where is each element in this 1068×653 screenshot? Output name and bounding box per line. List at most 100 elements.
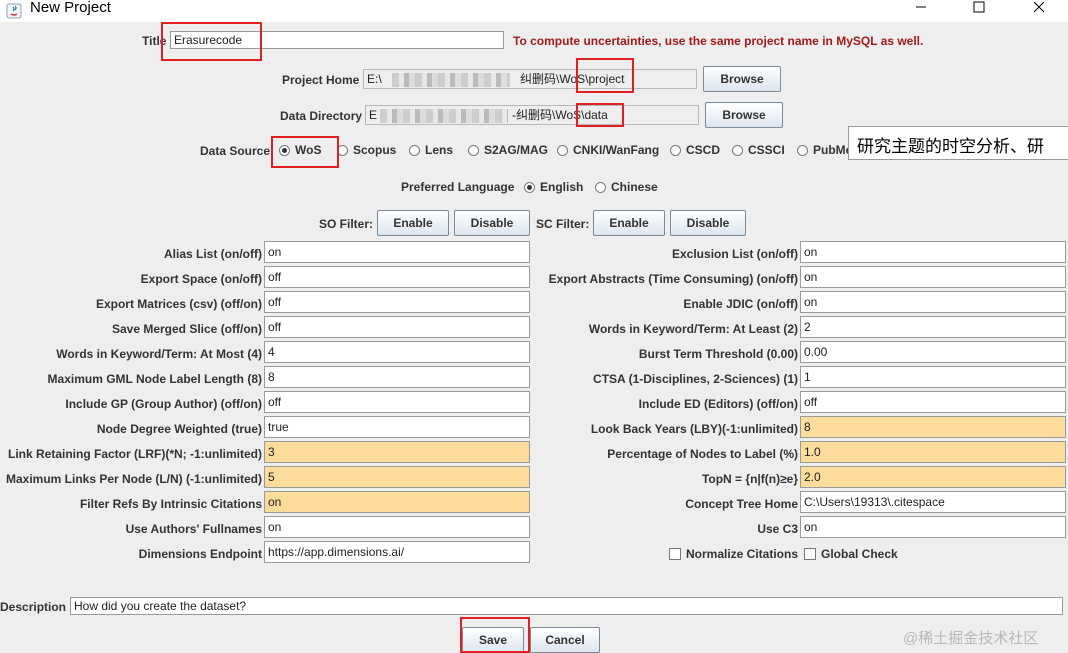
param-label: CTSA (1-Disciplines, 2-Sciences) (1) bbox=[593, 372, 798, 386]
param-input[interactable] bbox=[800, 416, 1066, 438]
radio-cscd[interactable]: CSCD bbox=[670, 143, 720, 157]
radio-dot-icon bbox=[595, 181, 606, 193]
radio-dot-icon bbox=[557, 144, 568, 156]
param-input[interactable] bbox=[264, 366, 530, 388]
data-directory-label: Data Directory bbox=[280, 109, 363, 123]
minimize-button[interactable] bbox=[906, 0, 936, 14]
param-label: Link Retaining Factor (LRF)(*N; -1:unlim… bbox=[8, 447, 262, 461]
normalize-citations-checkbox[interactable]: Normalize Citations bbox=[669, 547, 798, 561]
close-icon bbox=[1033, 1, 1045, 13]
description-label: Description bbox=[0, 600, 67, 614]
param-input[interactable] bbox=[264, 491, 530, 513]
tooltip-popup: 研究主题的时空分析、研 bbox=[848, 126, 1068, 160]
param-input[interactable] bbox=[800, 391, 1066, 413]
radio-dot-icon bbox=[670, 144, 681, 156]
param-input[interactable] bbox=[264, 341, 530, 363]
radio-scopus[interactable]: Scopus bbox=[337, 143, 396, 157]
project-home-browse-button[interactable]: Browse bbox=[703, 66, 781, 92]
param-label: Percentage of Nodes to Label (%) bbox=[607, 447, 798, 461]
param-label: Export Space (on/off) bbox=[140, 272, 262, 286]
param-input[interactable] bbox=[264, 316, 530, 338]
param-label: Export Abstracts (Time Consuming) (on/of… bbox=[548, 272, 798, 286]
param-input[interactable] bbox=[800, 316, 1066, 338]
project-home-label: Project Home bbox=[282, 73, 360, 87]
radio-s2ag-mag[interactable]: S2AG/MAG bbox=[468, 143, 548, 157]
param-input[interactable] bbox=[800, 466, 1066, 488]
param-input[interactable] bbox=[800, 291, 1066, 313]
maximize-icon bbox=[973, 1, 985, 13]
so-filter-enable-button[interactable]: Enable bbox=[377, 210, 449, 236]
radio-dot-icon bbox=[797, 144, 808, 156]
param-input[interactable] bbox=[800, 366, 1066, 388]
radio-dot-icon bbox=[732, 144, 743, 156]
param-input[interactable] bbox=[800, 266, 1066, 288]
radio-english[interactable]: English bbox=[524, 180, 583, 194]
java-app-icon bbox=[6, 3, 22, 19]
param-label: Exclusion List (on/off) bbox=[672, 247, 798, 261]
param-input[interactable] bbox=[264, 416, 530, 438]
radio-dot-icon bbox=[524, 181, 535, 193]
radio-cnki-wanfang[interactable]: CNKI/WanFang bbox=[557, 143, 659, 157]
param-input[interactable] bbox=[264, 291, 530, 313]
so-filter-disable-button[interactable]: Disable bbox=[454, 210, 530, 236]
maximize-button[interactable] bbox=[964, 0, 994, 14]
data-directory-field[interactable]: E -纠删码\WoS\data bbox=[365, 105, 699, 125]
param-label: Concept Tree Home bbox=[685, 497, 798, 511]
radio-pubmed[interactable]: PubMe bbox=[797, 143, 852, 157]
description-input[interactable] bbox=[70, 597, 1063, 615]
watermark: @稀土掘金技术社区 bbox=[903, 630, 1039, 647]
param-label: Maximum GML Node Label Length (8) bbox=[47, 372, 262, 386]
title-bar[interactable]: New Project bbox=[0, 0, 1068, 22]
data-directory-browse-button[interactable]: Browse bbox=[705, 102, 783, 128]
cancel-button[interactable]: Cancel bbox=[530, 627, 600, 653]
param-label: Include ED (Editors) (off/on) bbox=[638, 397, 798, 411]
param-input[interactable] bbox=[264, 516, 530, 538]
data-directory-suffix: -纠删码\WoS\data bbox=[512, 108, 608, 122]
param-label: Words in Keyword/Term: At Least (2) bbox=[588, 322, 798, 336]
param-input[interactable] bbox=[800, 491, 1066, 513]
param-input[interactable] bbox=[800, 241, 1066, 263]
redacted-path bbox=[392, 73, 510, 87]
radio-dot-icon bbox=[279, 144, 290, 156]
radio-dot-icon bbox=[409, 144, 420, 156]
param-label: Filter Refs By Intrinsic Citations bbox=[79, 497, 262, 511]
param-input[interactable] bbox=[800, 341, 1066, 363]
radio-dot-icon bbox=[468, 144, 479, 156]
close-button[interactable] bbox=[1024, 0, 1054, 14]
sc-filter-label: SC Filter: bbox=[536, 217, 590, 231]
redacted-path bbox=[380, 109, 508, 123]
sc-filter-enable-button[interactable]: Enable bbox=[593, 210, 665, 236]
preferred-language-label: Preferred Language bbox=[401, 180, 515, 194]
radio-lens[interactable]: Lens bbox=[409, 143, 453, 157]
param-input[interactable] bbox=[264, 441, 530, 463]
radio-chinese[interactable]: Chinese bbox=[595, 180, 658, 194]
param-label: Include GP (Group Author) (off/on) bbox=[65, 397, 262, 411]
radio-wos[interactable]: WoS bbox=[279, 143, 321, 157]
param-label: Words in Keyword/Term: At Most (4) bbox=[56, 347, 262, 361]
param-input[interactable] bbox=[264, 466, 530, 488]
param-label: Dimensions Endpoint bbox=[138, 547, 262, 561]
project-home-suffix: 纠删码\WoS\project bbox=[520, 72, 625, 86]
mysql-note: To compute uncertainties, use the same p… bbox=[513, 34, 924, 48]
data-directory-prefix: E bbox=[369, 108, 378, 122]
save-button[interactable]: Save bbox=[462, 627, 524, 653]
param-input[interactable] bbox=[800, 516, 1066, 538]
param-label: Export Matrices (csv) (off/on) bbox=[95, 297, 262, 311]
window-title: New Project bbox=[30, 0, 111, 16]
title-label: Title bbox=[142, 34, 167, 48]
sc-filter-disable-button[interactable]: Disable bbox=[670, 210, 746, 236]
param-input[interactable] bbox=[800, 441, 1066, 463]
param-input[interactable] bbox=[264, 391, 530, 413]
title-input[interactable] bbox=[170, 31, 504, 49]
project-home-field[interactable]: E:\ 纠删码\WoS\project bbox=[363, 69, 697, 89]
param-label: TopN = {n|f(n)≥e} bbox=[701, 472, 798, 486]
data-source-label: Data Source bbox=[200, 144, 271, 158]
param-label: Look Back Years (LBY)(-1:unlimited) bbox=[590, 422, 798, 436]
global-check-checkbox[interactable]: Global Check bbox=[804, 547, 898, 561]
param-input[interactable] bbox=[264, 541, 530, 563]
param-input[interactable] bbox=[264, 266, 530, 288]
param-label: Use C3 bbox=[757, 522, 798, 536]
project-home-prefix: E:\ bbox=[367, 72, 382, 86]
param-input[interactable] bbox=[264, 241, 530, 263]
radio-cssci[interactable]: CSSCI bbox=[732, 143, 785, 157]
